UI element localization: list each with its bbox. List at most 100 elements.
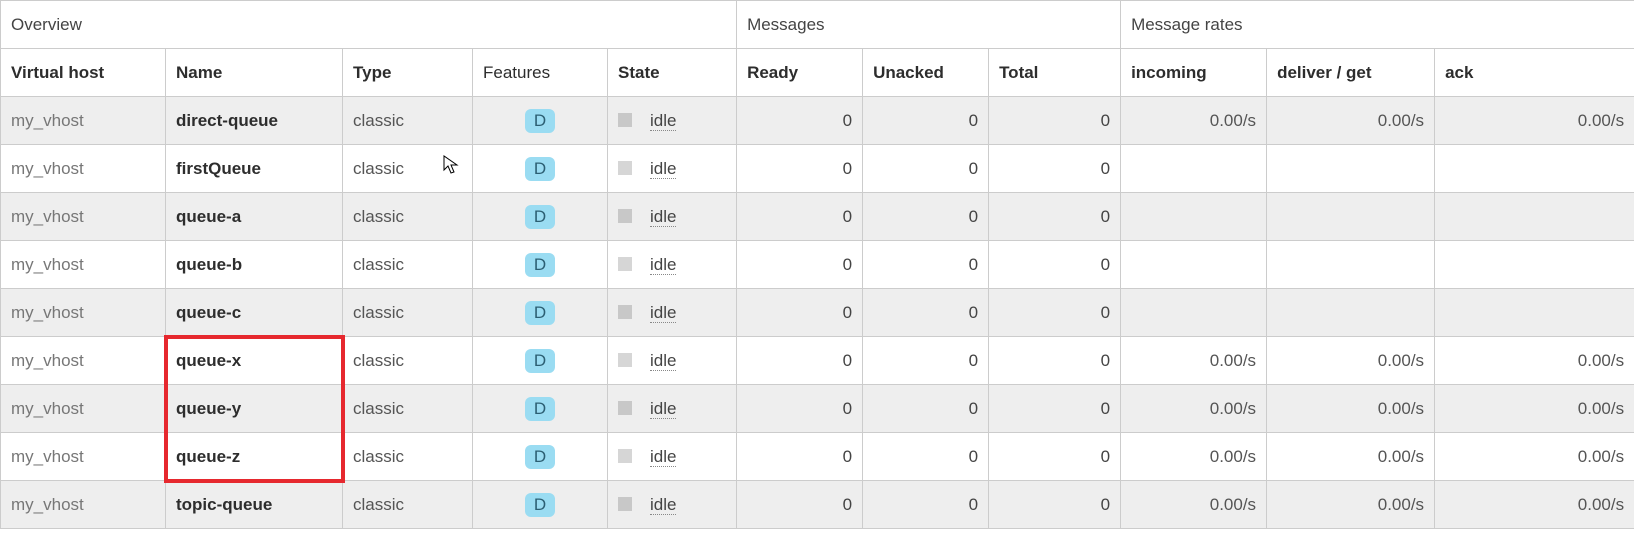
table-row[interactable]: my_vhostqueue-yclassicDidle0000.00/s0.00… xyxy=(1,385,1634,433)
state-indicator-icon xyxy=(618,257,632,271)
state-text: idle xyxy=(650,351,676,371)
cell-state: idle xyxy=(608,145,737,193)
cell-features: D xyxy=(473,433,608,481)
cell-unacked: 0 xyxy=(863,289,989,337)
cell-incoming xyxy=(1121,289,1267,337)
state-text: idle xyxy=(650,495,676,515)
cell-deliver-get xyxy=(1267,145,1435,193)
col-unacked[interactable]: Unacked xyxy=(863,49,989,97)
cell-total: 0 xyxy=(989,289,1121,337)
col-deliver-get[interactable]: deliver / get xyxy=(1267,49,1435,97)
cell-deliver-get: 0.00/s xyxy=(1267,433,1435,481)
header-group-overview[interactable]: Overview xyxy=(1,1,737,49)
col-ready[interactable]: Ready xyxy=(737,49,863,97)
cell-vhost: my_vhost xyxy=(1,433,166,481)
table-row[interactable]: my_vhostfirstQueueclassicDidle000 xyxy=(1,145,1634,193)
state-text: idle xyxy=(650,159,676,179)
cell-type: classic xyxy=(343,433,473,481)
cell-vhost: my_vhost xyxy=(1,97,166,145)
cell-unacked: 0 xyxy=(863,241,989,289)
durable-badge: D xyxy=(525,205,555,229)
cell-features: D xyxy=(473,289,608,337)
cell-incoming: 0.00/s xyxy=(1121,433,1267,481)
table-row[interactable]: my_vhostdirect-queueclassicDidle0000.00/… xyxy=(1,97,1634,145)
state-text: idle xyxy=(650,255,676,275)
col-incoming[interactable]: incoming xyxy=(1121,49,1267,97)
cell-type: classic xyxy=(343,481,473,529)
cell-incoming: 0.00/s xyxy=(1121,385,1267,433)
durable-badge: D xyxy=(525,445,555,469)
cell-type: classic xyxy=(343,97,473,145)
state-text: idle xyxy=(650,399,676,419)
cell-unacked: 0 xyxy=(863,193,989,241)
cell-total: 0 xyxy=(989,97,1121,145)
cell-features: D xyxy=(473,97,608,145)
cell-name[interactable]: queue-b xyxy=(166,241,343,289)
table-row[interactable]: my_vhostqueue-zclassicDidle0000.00/s0.00… xyxy=(1,433,1634,481)
cell-total: 0 xyxy=(989,193,1121,241)
col-vhost[interactable]: Virtual host xyxy=(1,49,166,97)
state-indicator-icon xyxy=(618,497,632,511)
col-total[interactable]: Total xyxy=(989,49,1121,97)
cell-vhost: my_vhost xyxy=(1,481,166,529)
state-indicator-icon xyxy=(618,353,632,367)
cell-incoming xyxy=(1121,145,1267,193)
cell-vhost: my_vhost xyxy=(1,385,166,433)
cell-unacked: 0 xyxy=(863,385,989,433)
header-group-messages[interactable]: Messages xyxy=(737,1,1121,49)
col-name[interactable]: Name xyxy=(166,49,343,97)
cell-features: D xyxy=(473,193,608,241)
cell-total: 0 xyxy=(989,385,1121,433)
cell-ack: 0.00/s xyxy=(1435,97,1634,145)
cell-state: idle xyxy=(608,481,737,529)
state-text: idle xyxy=(650,447,676,467)
col-type[interactable]: Type xyxy=(343,49,473,97)
cell-ready: 0 xyxy=(737,241,863,289)
cell-deliver-get: 0.00/s xyxy=(1267,97,1435,145)
cell-ack: 0.00/s xyxy=(1435,433,1634,481)
table-row[interactable]: my_vhostqueue-aclassicDidle000 xyxy=(1,193,1634,241)
cell-name[interactable]: queue-y xyxy=(166,385,343,433)
durable-badge: D xyxy=(525,397,555,421)
cell-ready: 0 xyxy=(737,193,863,241)
cell-ack xyxy=(1435,241,1634,289)
cell-total: 0 xyxy=(989,337,1121,385)
cell-ack: 0.00/s xyxy=(1435,337,1634,385)
cell-vhost: my_vhost xyxy=(1,145,166,193)
cell-features: D xyxy=(473,241,608,289)
cell-type: classic xyxy=(343,241,473,289)
cell-name[interactable]: topic-queue xyxy=(166,481,343,529)
cell-ready: 0 xyxy=(737,97,863,145)
cell-name[interactable]: queue-z xyxy=(166,433,343,481)
durable-badge: D xyxy=(525,253,555,277)
cell-name[interactable]: queue-a xyxy=(166,193,343,241)
table-row[interactable]: my_vhostqueue-bclassicDidle000 xyxy=(1,241,1634,289)
cell-unacked: 0 xyxy=(863,145,989,193)
cell-ready: 0 xyxy=(737,433,863,481)
cell-unacked: 0 xyxy=(863,433,989,481)
table-row[interactable]: my_vhosttopic-queueclassicDidle0000.00/s… xyxy=(1,481,1634,529)
cell-incoming: 0.00/s xyxy=(1121,481,1267,529)
cell-name[interactable]: direct-queue xyxy=(166,97,343,145)
cell-vhost: my_vhost xyxy=(1,337,166,385)
cell-name[interactable]: queue-x xyxy=(166,337,343,385)
table-row[interactable]: my_vhostqueue-cclassicDidle000 xyxy=(1,289,1634,337)
cell-unacked: 0 xyxy=(863,481,989,529)
table-row[interactable]: my_vhostqueue-xclassicDidle0000.00/s0.00… xyxy=(1,337,1634,385)
cell-features: D xyxy=(473,481,608,529)
col-features[interactable]: Features xyxy=(473,49,608,97)
cell-name[interactable]: firstQueue xyxy=(166,145,343,193)
cell-ready: 0 xyxy=(737,145,863,193)
col-state[interactable]: State xyxy=(608,49,737,97)
cell-name[interactable]: queue-c xyxy=(166,289,343,337)
cell-deliver-get xyxy=(1267,241,1435,289)
cell-type: classic xyxy=(343,337,473,385)
cell-total: 0 xyxy=(989,241,1121,289)
header-group-rates[interactable]: Message rates xyxy=(1121,1,1634,49)
cell-total: 0 xyxy=(989,433,1121,481)
col-ack[interactable]: ack xyxy=(1435,49,1634,97)
cell-incoming xyxy=(1121,241,1267,289)
cell-unacked: 0 xyxy=(863,337,989,385)
cell-type: classic xyxy=(343,145,473,193)
cell-type: classic xyxy=(343,193,473,241)
